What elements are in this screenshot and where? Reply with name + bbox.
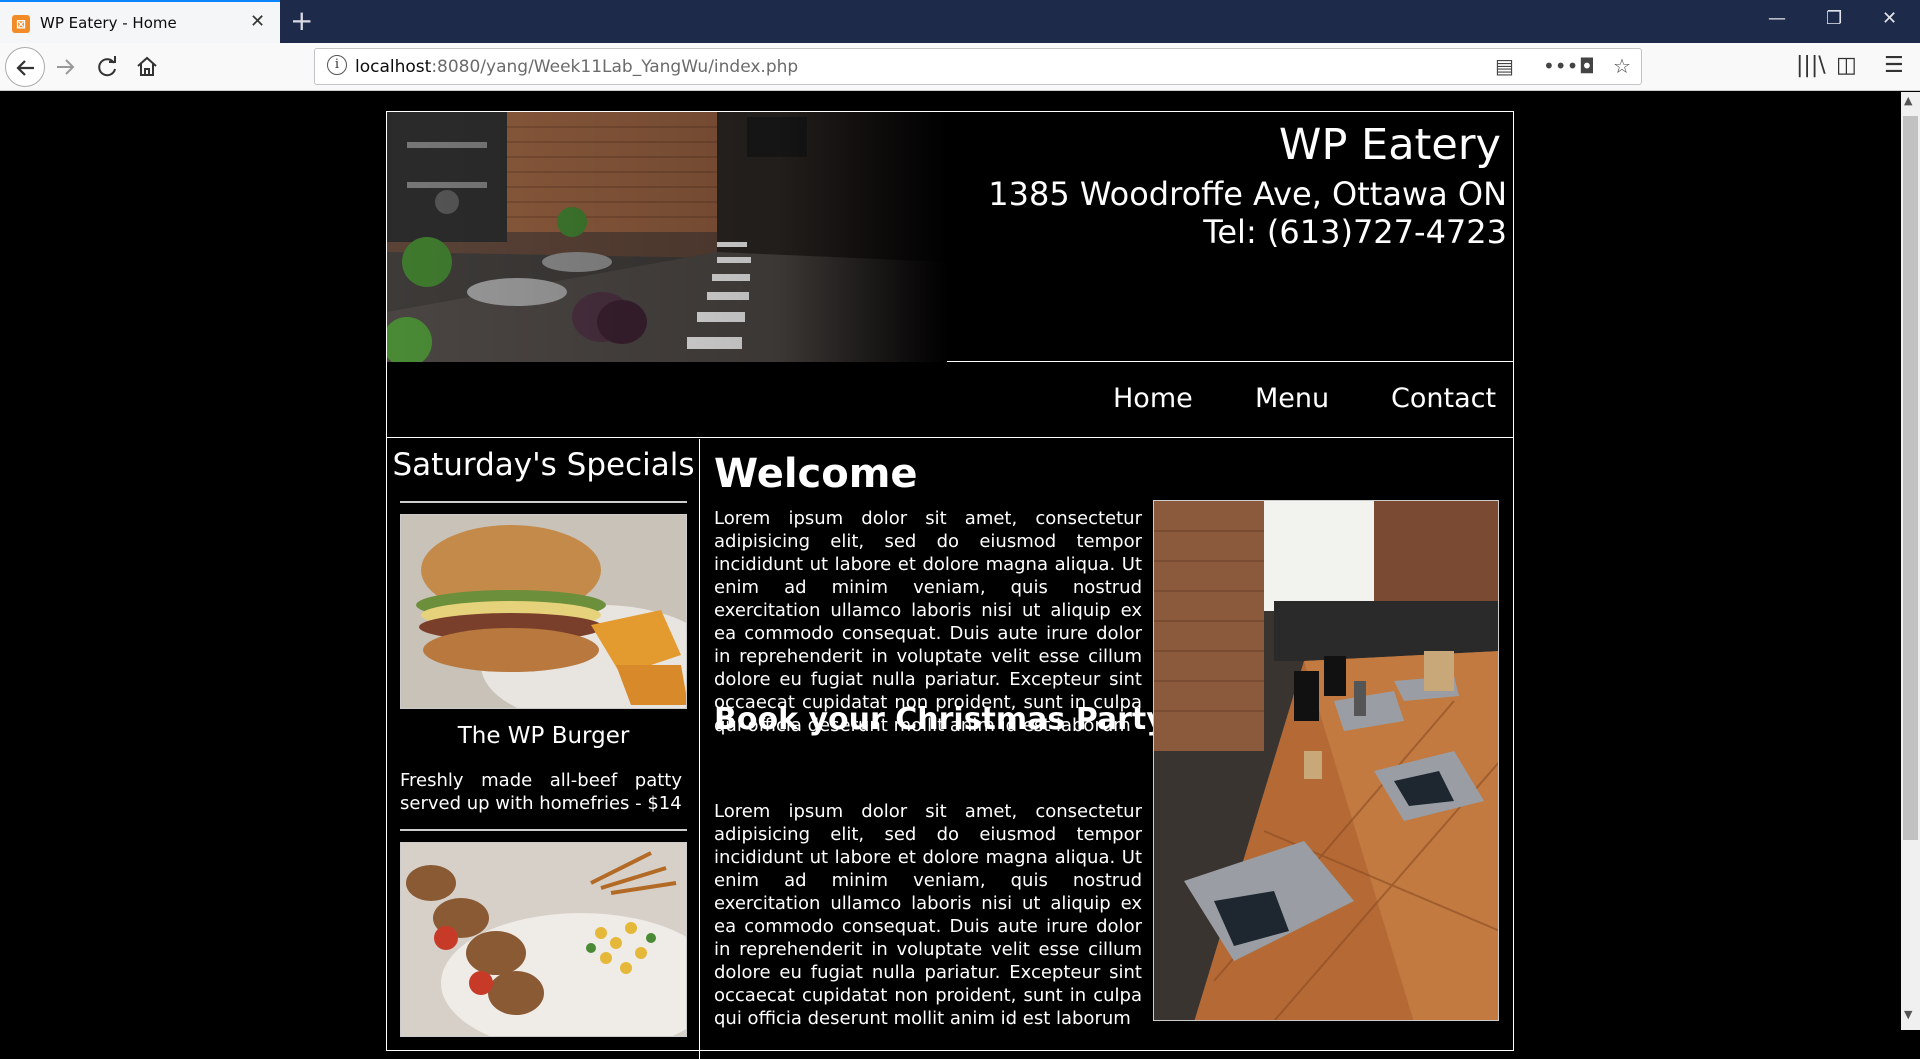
site-title: WP Eatery xyxy=(1278,120,1501,170)
main-nav: Home Menu Contact xyxy=(387,363,1513,438)
xampp-favicon-icon: ⊠ xyxy=(12,15,30,33)
scroll-down-icon[interactable]: ▼ xyxy=(1904,1008,1912,1021)
new-tab-icon[interactable]: + xyxy=(290,4,313,37)
divider xyxy=(400,501,687,503)
scroll-up-icon[interactable]: ▲ xyxy=(1904,94,1912,107)
site-phone: Tel: (613)727-4723 xyxy=(1203,213,1507,251)
specials-heading: Saturday's Specials xyxy=(392,447,695,483)
kebab-image xyxy=(400,842,687,1037)
navigation-toolbar: i localhost:8080/yang/Week11Lab_YangWu/i… xyxy=(0,43,1920,91)
forward-arrow-icon xyxy=(57,59,75,75)
nav-home-link[interactable]: Home xyxy=(1113,383,1193,414)
more-icon[interactable]: ••• xyxy=(1543,54,1578,78)
pocket-icon[interactable]: ◘ xyxy=(1579,54,1595,78)
party-paragraph: Lorem ipsum dolor sit amet, consectetur … xyxy=(714,801,1142,1029)
vertical-scrollbar[interactable]: ▲ ▼ xyxy=(1901,92,1920,1030)
nav-menu-link[interactable]: Menu xyxy=(1255,383,1329,414)
tab-bar: ⊠ WP Eatery - Home ✕ + — ❐ ✕ xyxy=(0,0,1920,43)
back-arrow-icon xyxy=(16,60,34,76)
main-content: Welcome Lorem ipsum dolor sit amet, cons… xyxy=(701,439,1513,1059)
star-icon[interactable]: ☆ xyxy=(1613,54,1631,78)
info-icon[interactable]: i xyxy=(327,55,347,75)
restaurant-kitchen-image xyxy=(387,112,947,362)
url-text[interactable]: localhost:8080/yang/Week11Lab_YangWu/ind… xyxy=(355,57,798,77)
site-address: 1385 Woodroffe Ave, Ottawa ON xyxy=(988,175,1507,213)
nav-contact-link[interactable]: Contact xyxy=(1391,383,1496,414)
christmas-party-heading: Book your Christmas Party! xyxy=(714,702,1180,737)
home-icon xyxy=(137,56,157,76)
address-bar[interactable]: i localhost:8080/yang/Week11Lab_YangWu/i… xyxy=(314,48,1642,85)
special-description: Freshly made all-beef patty served up wi… xyxy=(400,770,682,814)
site-header: WP Eatery 1385 Woodroffe Ave, Ottawa ON … xyxy=(387,112,1513,362)
tab-home[interactable]: ⊠ WP Eatery - Home ✕ xyxy=(0,0,280,43)
hamburger-menu-icon[interactable]: ☰ xyxy=(1884,53,1904,79)
tab-title: WP Eatery - Home xyxy=(40,14,177,32)
close-tab-icon[interactable]: ✕ xyxy=(250,11,265,32)
reader-view-icon[interactable]: ▤ xyxy=(1495,54,1514,78)
restore-icon[interactable]: ❐ xyxy=(1826,8,1842,29)
reload-icon xyxy=(98,56,116,77)
back-button[interactable] xyxy=(5,47,45,87)
divider xyxy=(400,829,687,831)
burger-image xyxy=(400,514,687,709)
minimize-icon[interactable]: — xyxy=(1768,8,1786,29)
scrollbar-thumb[interactable] xyxy=(1903,116,1918,840)
reload-button[interactable] xyxy=(93,53,121,88)
welcome-heading: Welcome xyxy=(714,451,918,497)
dining-table-image xyxy=(1153,500,1499,1021)
special-name: The WP Burger xyxy=(457,723,630,749)
forward-button[interactable] xyxy=(52,53,80,88)
sidebar-icon[interactable]: ◫ xyxy=(1836,53,1857,79)
library-icon[interactable]: |||\ xyxy=(1796,53,1826,79)
specials-sidebar: Saturday's Specials The WP Burger Freshl… xyxy=(387,439,700,1059)
site-container: WP Eatery 1385 Woodroffe Ave, Ottawa ON … xyxy=(386,111,1514,1059)
close-window-icon[interactable]: ✕ xyxy=(1882,8,1897,29)
home-button[interactable] xyxy=(133,53,161,88)
